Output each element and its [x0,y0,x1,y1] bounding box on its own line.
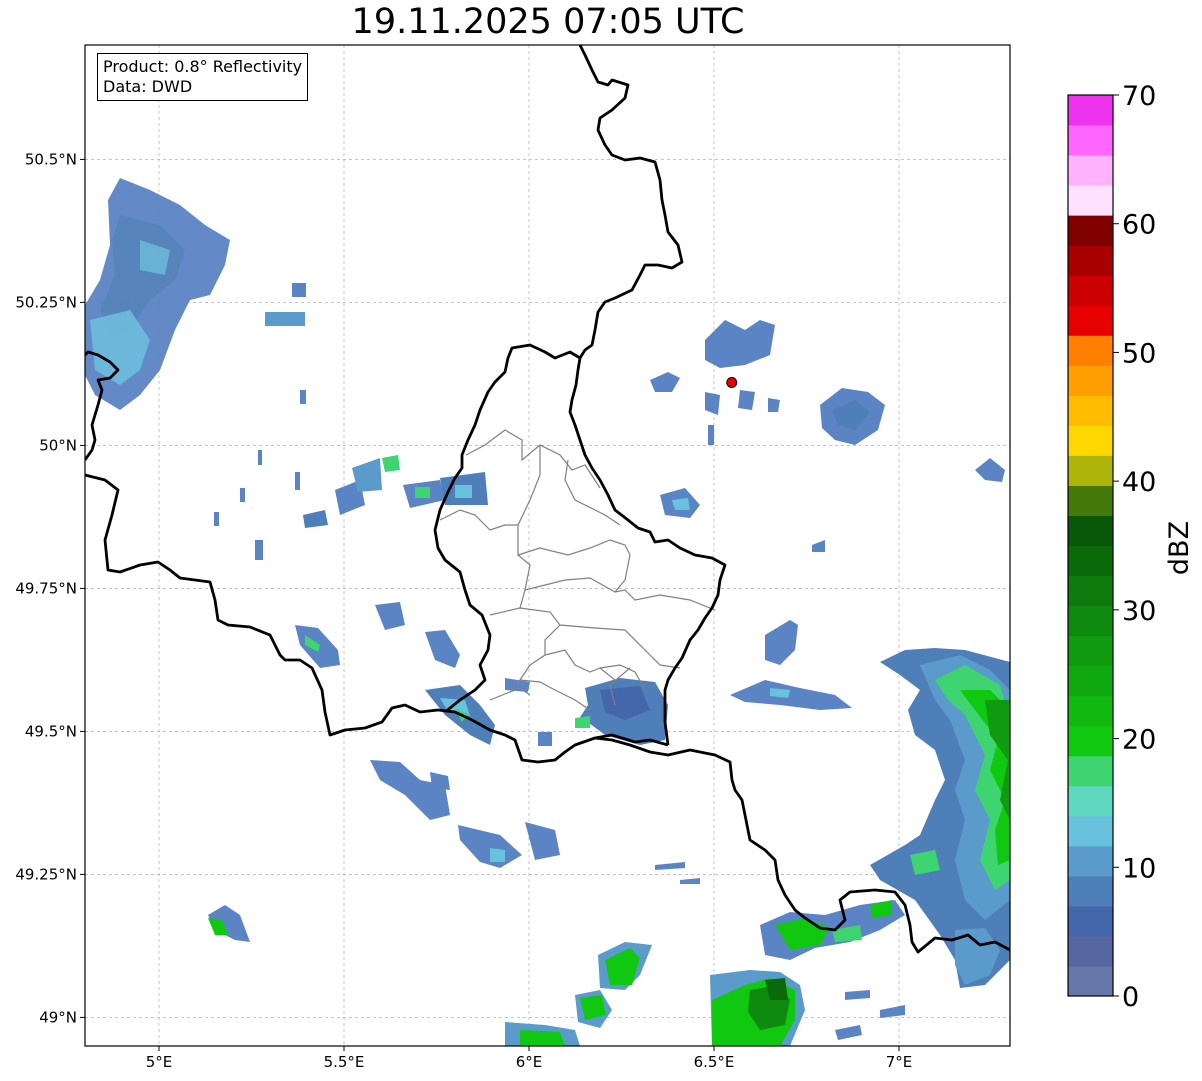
colorbar-segment [1068,95,1113,126]
colorbar-segment [1068,785,1113,817]
colorbar-label: dBZ [1164,521,1195,575]
colorbar-tick-label: 20 [1122,725,1156,756]
x-tick-label: 7°E [886,1053,913,1071]
plot-background [85,45,1010,1046]
x-tick-label: 5°E [146,1053,173,1071]
y-tick-label: 50.5°N [25,150,77,168]
colorbar-segment [1068,845,1113,877]
colorbar-segment [1068,485,1113,516]
colorbar-segment [1068,545,1113,577]
radar-site-dot [726,376,738,388]
colorbar-segment [1068,425,1113,456]
colorbar-segment [1068,215,1113,246]
y-tick-label: 50°N [39,436,77,454]
x-tick-label: 5.5°E [324,1053,365,1071]
colorbar-tick-label: 30 [1122,596,1156,627]
colorbar-ticks: 0 10 20 30 40 50 60 70 [1113,81,1156,1013]
colorbar: 0 10 20 30 40 50 60 70 dBZ [1067,81,1195,1013]
colorbar-segment [1068,455,1113,486]
data-source-label: Data: DWD [103,77,193,96]
colorbar-tick-label: 0 [1122,982,1139,1013]
colorbar-segment [1068,155,1113,186]
colorbar-segment [1068,905,1113,937]
x-tick-label: 6°E [516,1053,543,1071]
colorbar-segment [1068,725,1113,757]
colorbar-segment [1068,185,1113,216]
radar-map: 5°E 5.5°E 6°E 6.5°E 7°E 50.5°N 50.25°N 50°N 49.… [15,44,1195,1071]
colorbar-segment [1068,965,1113,997]
y-tick-label: 49.75°N [15,579,77,597]
colorbar-segment [1068,305,1113,336]
product-info-box: Product: 0.8° Reflectivity Data: DWD [97,53,309,101]
colorbar-segment [1068,125,1113,156]
colorbar-tick-label: 50 [1122,338,1156,369]
colorbar-tick-label: 70 [1122,81,1156,112]
colorbar-segment [1068,815,1113,847]
y-tick-label: 49.5°N [25,722,77,740]
colorbar-segment [1068,665,1113,697]
colorbar-segment [1068,275,1113,306]
y-tick-label: 50.25°N [15,293,77,311]
x-axis-ticks: 5°E 5.5°E 6°E 6.5°E 7°E [146,1046,913,1071]
colorbar-segment [1068,875,1113,907]
colorbar-tick-label: 60 [1122,210,1156,241]
radar-site-marker [726,376,738,388]
y-axis-ticks: 50.5°N 50.25°N 50°N 49.75°N 49.5°N 49.25°N 49°… [15,150,85,1026]
colorbar-segment [1068,335,1113,366]
colorbar-segment [1068,395,1113,426]
product-label: Product: 0.8° Reflectivity [103,57,303,76]
colorbar-segment [1068,245,1113,276]
y-tick-label: 49.25°N [15,865,77,883]
colorbar-tick-label: 10 [1122,853,1156,884]
y-tick-label: 49°N [39,1008,77,1026]
colorbar-segments [1068,95,1113,997]
colorbar-segment [1068,575,1113,607]
colorbar-segment [1068,755,1113,787]
colorbar-tick-label: 40 [1122,467,1156,498]
colorbar-segment [1068,635,1113,667]
colorbar-segment [1068,695,1113,727]
colorbar-segment [1068,365,1113,396]
colorbar-segment [1068,605,1113,637]
x-tick-label: 6.5°E [694,1053,735,1071]
plot-area: 5°E 5.5°E 6°E 6.5°E 7°E 50.5°N 50.25°N 50°N 49.… [15,44,1011,1071]
colorbar-segment [1068,935,1113,967]
colorbar-segment [1068,515,1113,546]
